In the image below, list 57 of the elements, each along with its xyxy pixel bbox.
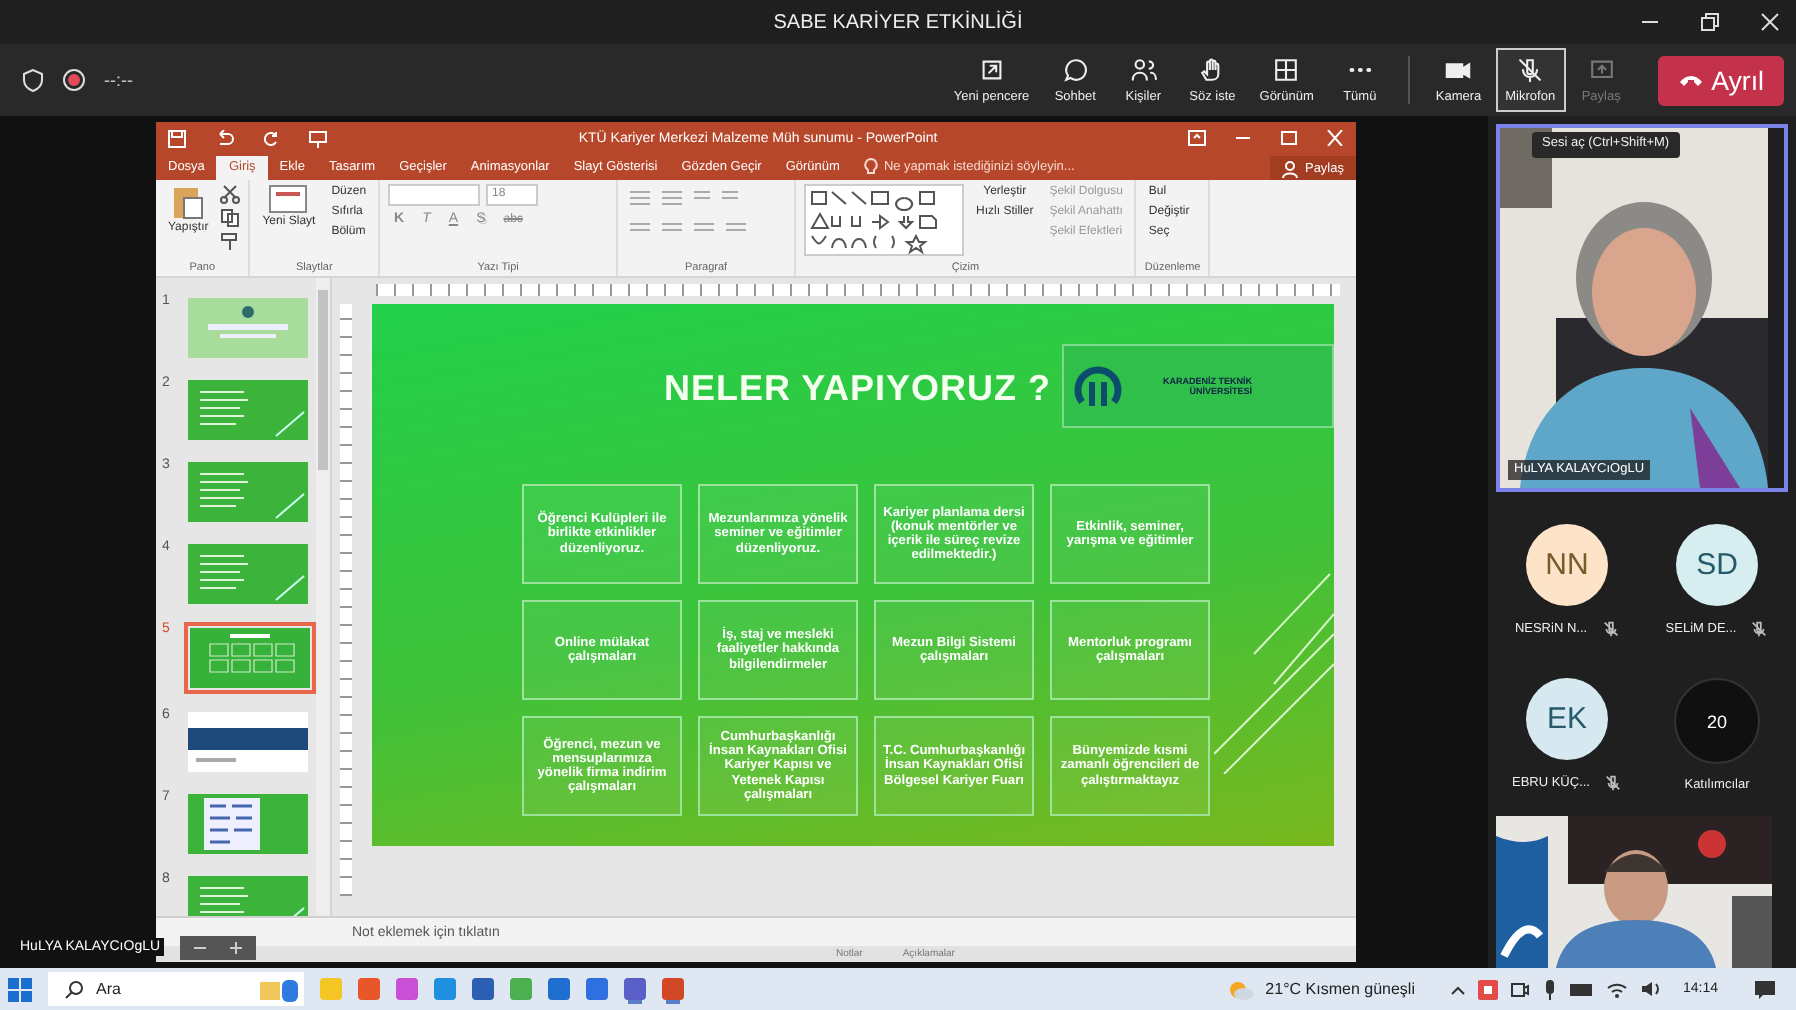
people-icon — [1129, 56, 1158, 84]
copy-icon[interactable] — [220, 208, 241, 228]
ribbon-display-icon[interactable] — [1188, 130, 1206, 146]
redo-icon[interactable] — [262, 129, 280, 147]
meeting-timer: --:-- — [104, 70, 133, 90]
popout-icon — [977, 56, 1006, 84]
slide-thumbnail[interactable] — [184, 708, 312, 776]
close-icon[interactable] — [1760, 12, 1780, 32]
scissors-icon[interactable] — [220, 184, 241, 204]
avatar[interactable]: EK — [1526, 678, 1608, 760]
wifi-icon[interactable] — [1606, 980, 1629, 998]
format-painter-icon[interactable] — [220, 232, 241, 252]
slide-thumbnail[interactable] — [184, 622, 316, 694]
window-title: SABE KARİYER ETKİNLİĞİ — [773, 11, 1023, 33]
search-field[interactable]: Ara — [48, 972, 304, 1006]
weather-icon — [1225, 977, 1254, 1001]
share-icon — [1587, 56, 1616, 84]
save-icon[interactable] — [168, 129, 186, 147]
weather-text: 21°C Kısmen güneşli — [1265, 980, 1415, 998]
undo-icon[interactable] — [214, 129, 234, 147]
slideshow-icon[interactable] — [308, 129, 328, 147]
participant-count[interactable]: 20 — [1674, 678, 1760, 764]
taskbar-app-icon[interactable] — [586, 978, 608, 1000]
plus-icon[interactable] — [228, 940, 244, 956]
font-name-field[interactable] — [388, 184, 481, 206]
notification-icon[interactable] — [1754, 979, 1776, 999]
avatar[interactable]: NN — [1526, 524, 1608, 606]
phone-icon — [1677, 72, 1704, 88]
slide-thumbnail[interactable] — [184, 294, 312, 362]
taskbar-app-icon[interactable] — [548, 978, 570, 1000]
chat-icon — [1061, 56, 1090, 84]
shapes-gallery-drawing[interactable] — [804, 184, 965, 256]
taskbar-app-icon[interactable] — [472, 978, 494, 1000]
grid-icon — [1272, 56, 1301, 84]
slide-thumbnail[interactable] — [184, 540, 312, 608]
avatar[interactable]: SD — [1676, 524, 1758, 606]
lightbulb-icon — [863, 158, 878, 176]
battery-icon[interactable] — [1570, 981, 1595, 997]
slide-thumbnail[interactable] — [184, 376, 312, 444]
slide-thumbnail[interactable] — [184, 458, 312, 526]
scrollbar-thumb[interactable] — [318, 290, 328, 470]
slide-thumbnail[interactable] — [184, 790, 312, 858]
logo-icon — [1072, 362, 1124, 410]
chevron-up-icon[interactable] — [1450, 983, 1467, 995]
zoom-control[interactable] — [180, 936, 256, 960]
camera-icon[interactable] — [1478, 979, 1499, 999]
taskbar-app-icon[interactable] — [624, 978, 646, 1000]
shield-icon — [22, 68, 44, 92]
search-icon — [64, 979, 84, 999]
windows-start-icon[interactable] — [8, 977, 32, 1001]
mic-off-icon — [1516, 56, 1545, 84]
microphone-icon[interactable] — [1542, 979, 1559, 999]
leave-button[interactable]: Ayrıl — [1657, 55, 1784, 105]
slide-title: NELER YAPIYORUZ ? — [664, 368, 1052, 410]
volume-icon[interactable] — [1640, 980, 1663, 998]
restore-icon[interactable] — [1700, 12, 1720, 32]
maximize-icon[interactable] — [1280, 130, 1298, 146]
